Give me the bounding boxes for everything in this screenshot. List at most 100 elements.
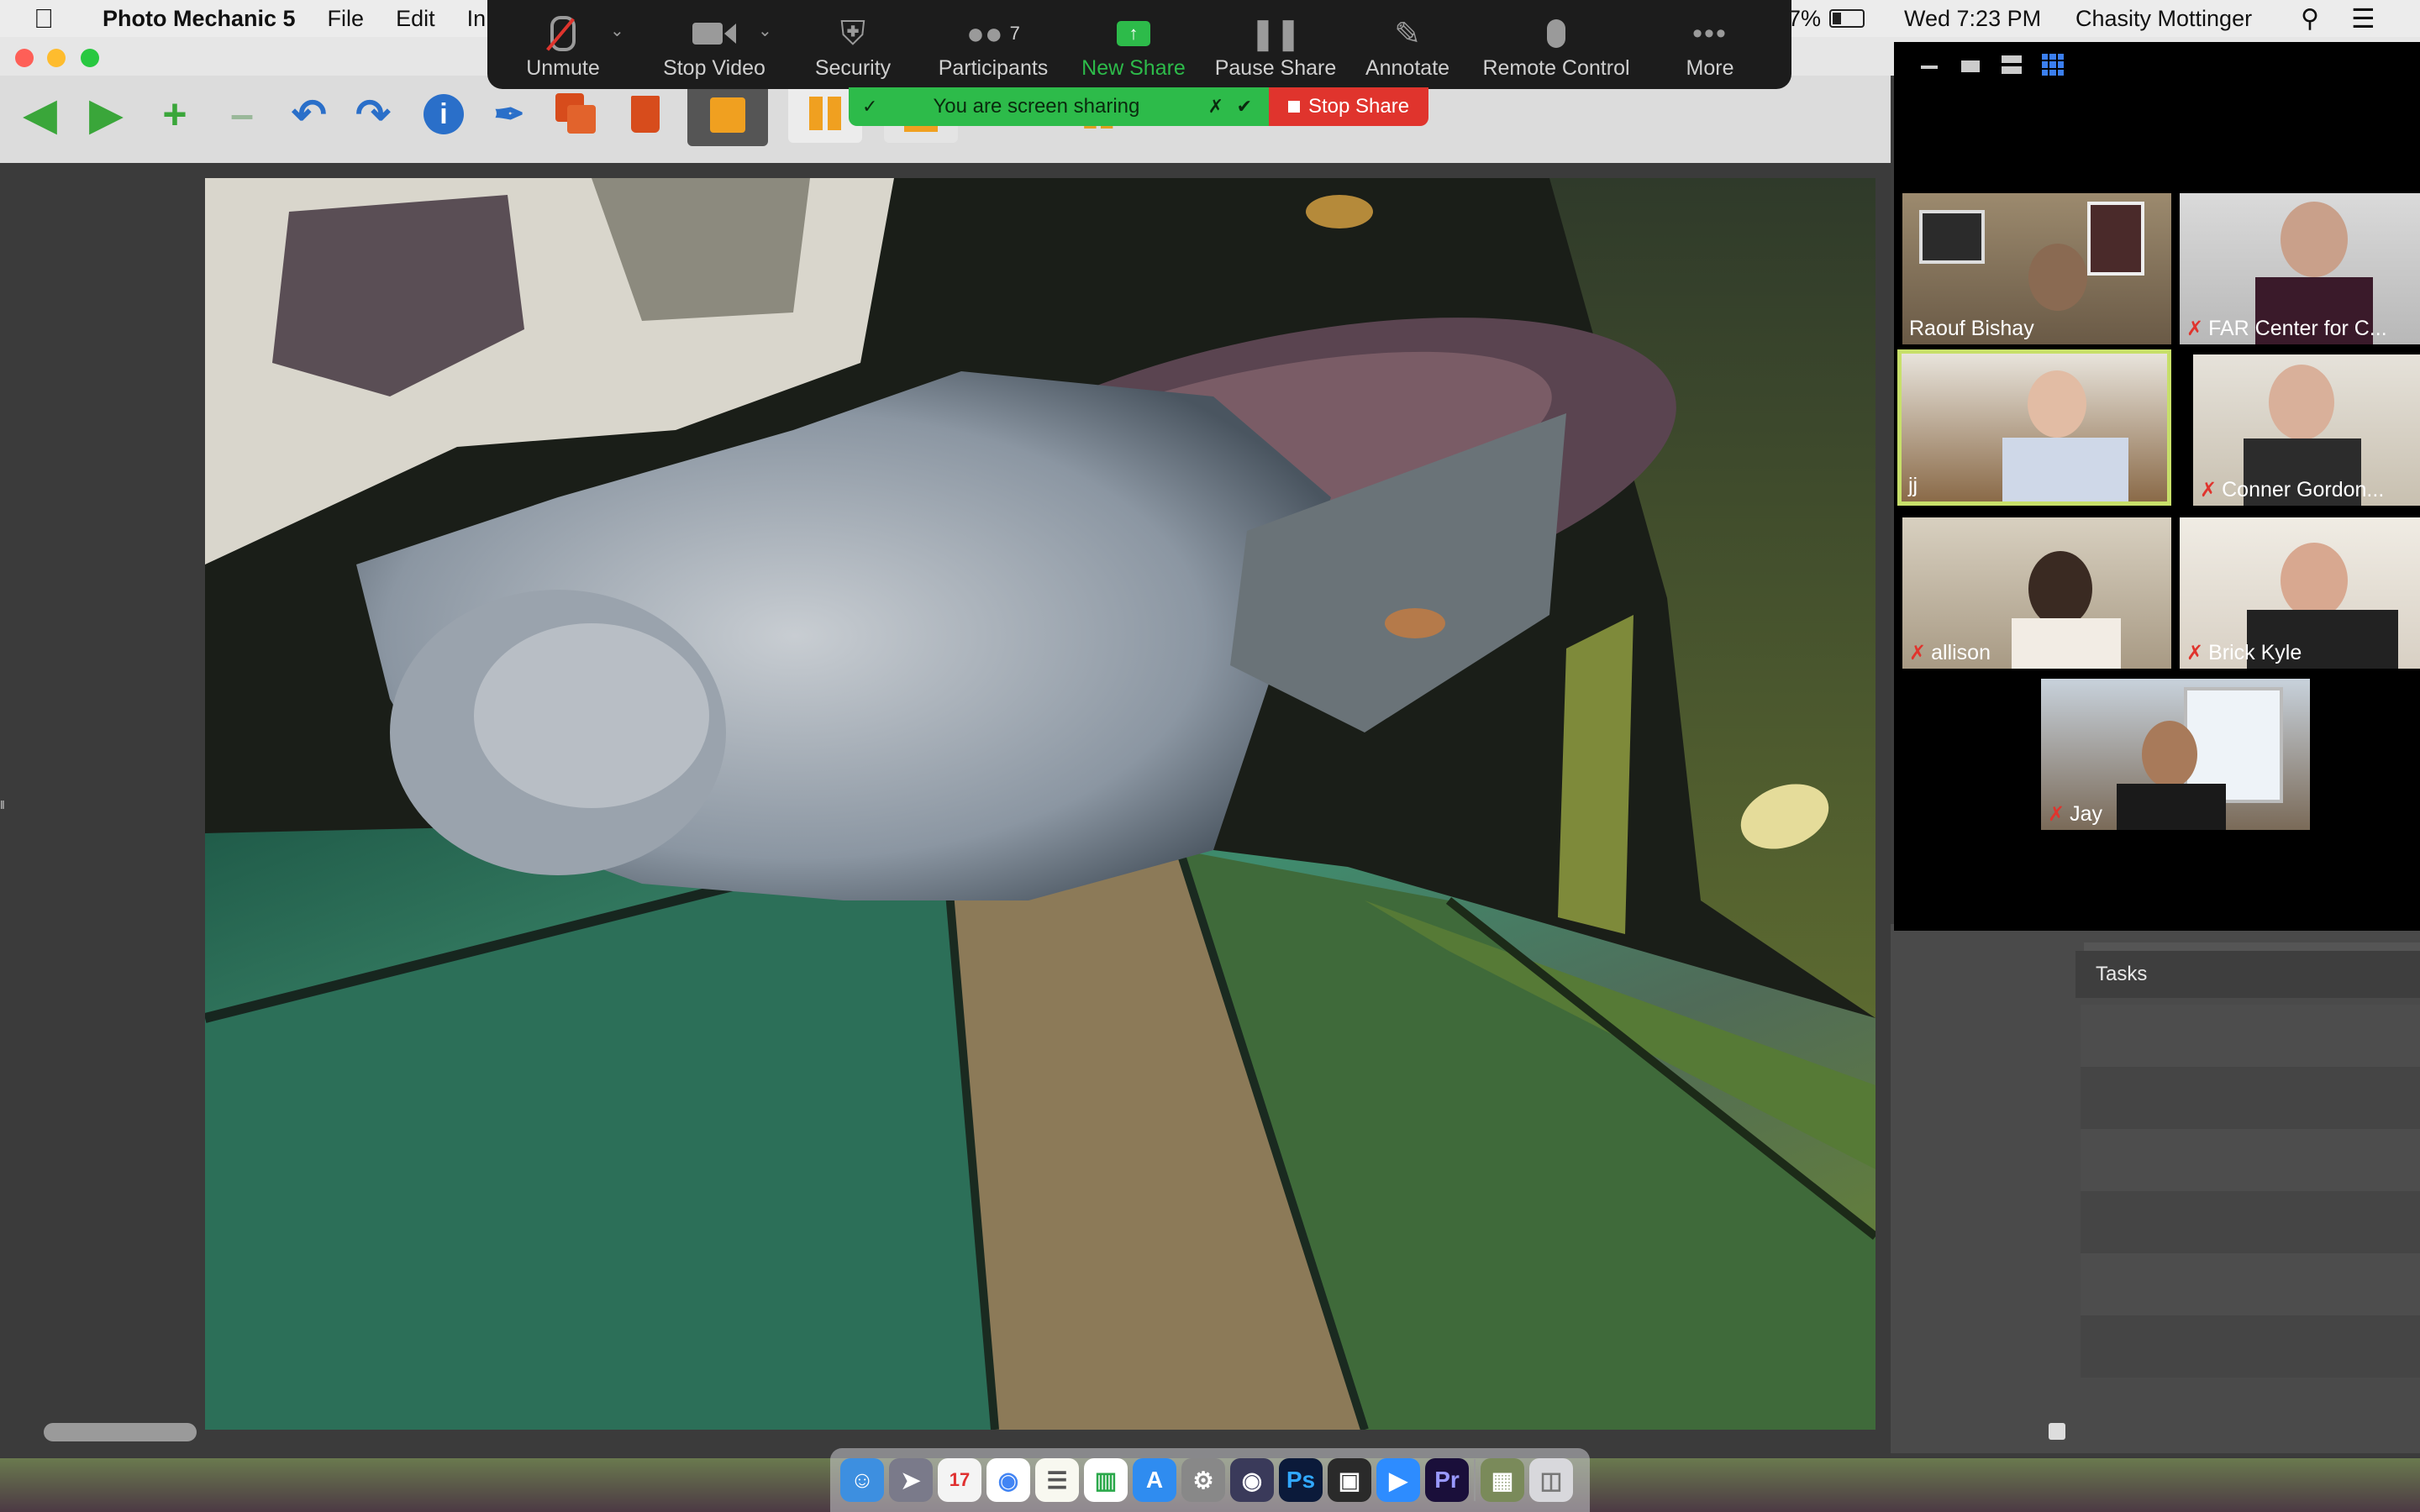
task-row[interactable]	[2081, 1005, 2420, 1067]
participant-name: jj	[1908, 474, 1918, 497]
participant-tile[interactable]: ✗ allison	[1902, 517, 2171, 669]
strip-view-icon[interactable]	[2002, 55, 2022, 74]
minimize-window-button[interactable]	[47, 49, 66, 67]
tasks-label: Tasks	[2096, 963, 2148, 985]
launchpad-icon[interactable]: ➤	[889, 1458, 933, 1502]
capture-icon[interactable]: ▣	[1328, 1458, 1371, 1502]
task-row[interactable]	[2081, 1191, 2420, 1253]
rotate-right-icon[interactable]: ↷	[350, 91, 397, 138]
stop-share-button[interactable]: Stop Share	[1269, 87, 1428, 126]
minimize-video-icon[interactable]	[1921, 66, 1938, 69]
video-options-chevron-icon[interactable]: ⌄	[758, 20, 772, 41]
info-icon[interactable]: i	[420, 91, 467, 138]
recent-document-icon[interactable]: ▦	[1481, 1458, 1524, 1502]
numbers-icon[interactable]: ▥	[1084, 1458, 1128, 1502]
share-screen-icon: ↑	[1117, 11, 1150, 56]
menu-file[interactable]: File	[328, 6, 365, 32]
participant-tile[interactable]: ✗ FAR Center for C...	[2180, 193, 2420, 344]
apple-icon[interactable]: 	[34, 3, 54, 34]
stop-square-icon	[1287, 101, 1300, 113]
task-row[interactable]	[2081, 1129, 2420, 1191]
color-class-button[interactable]	[687, 84, 768, 146]
chrome-icon[interactable]: ◉	[986, 1458, 1030, 1502]
active-speaker-tile[interactable]: jj	[1897, 349, 2171, 506]
task-row[interactable]	[2081, 1253, 2420, 1315]
participant-tile[interactable]: ✗ Brick Kyle	[2180, 517, 2420, 669]
tasks-panel-header[interactable]: Tasks	[2075, 951, 2420, 998]
muted-mic-icon: ✗	[2186, 642, 2204, 664]
calendar-icon[interactable]: 17	[938, 1458, 981, 1502]
wall-frame	[1919, 210, 1985, 264]
mic-muted-icon: ✗	[1207, 96, 1223, 117]
task-row[interactable]	[2081, 1315, 2420, 1378]
person-head	[2028, 244, 2087, 311]
participant-name: Brick Kyle	[2208, 641, 2302, 664]
add-icon[interactable]: +	[151, 91, 198, 138]
shield-icon: ⛨	[840, 14, 865, 52]
participant-tile[interactable]: Raouf Bishay	[1902, 193, 2171, 344]
remote-control-button[interactable]: Remote Control	[1472, 0, 1640, 89]
menu-app-name[interactable]: Photo Mechanic 5	[103, 6, 296, 32]
zoom-window-button[interactable]	[81, 49, 99, 67]
notes-icon[interactable]: ☰	[1035, 1458, 1079, 1502]
participant-tile[interactable]: ✗ Conner Gordon...	[2193, 354, 2420, 506]
unmute-button[interactable]: Unmute	[513, 0, 613, 89]
pause-share-button[interactable]: ❚❚ Pause Share	[1207, 0, 1344, 89]
battery-indicator[interactable]: 7%	[1788, 0, 1865, 37]
stop-share-label: Stop Share	[1307, 95, 1410, 118]
more-button[interactable]: ••• More	[1655, 0, 1765, 89]
photo-mechanic-icon[interactable]: ◉	[1230, 1458, 1274, 1502]
drag-handle-icon[interactable]: ✓	[862, 96, 877, 118]
video-camera-icon	[692, 11, 736, 56]
new-share-button[interactable]: ↑ New Share	[1071, 0, 1197, 89]
copy-icon[interactable]	[553, 91, 600, 138]
clock[interactable]: Wed 7:23 PM	[1904, 0, 2041, 37]
close-window-button[interactable]	[15, 49, 34, 67]
system-preferences-icon[interactable]: ⚙	[1181, 1458, 1225, 1502]
resize-handle[interactable]	[2049, 1423, 2065, 1440]
edit-brush-icon[interactable]: ✒	[486, 91, 533, 138]
zoom-panel-header[interactable]	[2084, 942, 2420, 951]
menu-edit[interactable]: Edit	[396, 6, 435, 32]
app-store-icon[interactable]: A	[1133, 1458, 1176, 1502]
rotate-left-icon[interactable]: ↶	[286, 91, 333, 138]
photo-preview[interactable]	[205, 178, 1876, 1430]
next-arrow-icon[interactable]: ▶	[82, 91, 129, 138]
stop-video-button[interactable]: Stop Video	[655, 0, 773, 89]
audio-options-chevron-icon[interactable]: ⌄	[610, 20, 624, 41]
task-row[interactable]	[2081, 1067, 2420, 1129]
speaker-view-icon[interactable]	[1961, 60, 1980, 72]
finder-icon[interactable]: ☺	[840, 1458, 884, 1502]
annotate-label: Annotate	[1365, 56, 1450, 80]
sharing-status-bar[interactable]: ✓ You are screen sharing ✗ ✔	[849, 87, 1269, 126]
participant-name: allison	[1931, 641, 1991, 664]
spotlight-search-icon[interactable]: ⚲	[2301, 0, 2319, 37]
participants-button[interactable]: ●● 7 Participants	[924, 0, 1062, 89]
person-head	[2142, 721, 2197, 788]
zoom-icon[interactable]: ▶	[1376, 1458, 1420, 1502]
user-name[interactable]: Chasity Mottinger	[2075, 0, 2252, 37]
participant-name-row: ✗ Jay	[2048, 802, 2102, 827]
notification-center-icon[interactable]: ☰	[2351, 0, 2375, 37]
delete-trash-icon[interactable]	[622, 91, 669, 138]
pencil-icon: ✎	[1394, 16, 1421, 52]
new-share-label: New Share	[1081, 56, 1186, 80]
shield-check-icon: ✔	[1236, 96, 1252, 117]
previous-arrow-icon[interactable]: ◀	[17, 91, 64, 138]
security-label: Security	[814, 56, 892, 80]
filmstrip-scrollbar[interactable]	[44, 1423, 197, 1441]
person-head	[2028, 370, 2086, 438]
premiere-icon[interactable]: Pr	[1425, 1458, 1469, 1502]
participant-tile[interactable]: ✗ Jay	[2041, 679, 2310, 830]
annotate-button[interactable]: ✎ Annotate	[1353, 0, 1462, 89]
pause-icon: ❚❚	[1249, 16, 1302, 50]
split-handle[interactable]: ‖	[0, 798, 5, 811]
gallery-view-icon[interactable]	[2042, 54, 2064, 76]
photoshop-icon[interactable]: Ps	[1279, 1458, 1323, 1502]
security-button[interactable]: ⛨ Security	[798, 0, 908, 89]
trash-icon[interactable]: ◫	[1529, 1458, 1573, 1502]
remove-icon[interactable]: –	[218, 91, 266, 138]
participant-name: Raouf Bishay	[1909, 317, 2034, 340]
menu-image[interactable]: In	[467, 6, 487, 32]
participant-name: FAR Center for C...	[2208, 317, 2387, 340]
